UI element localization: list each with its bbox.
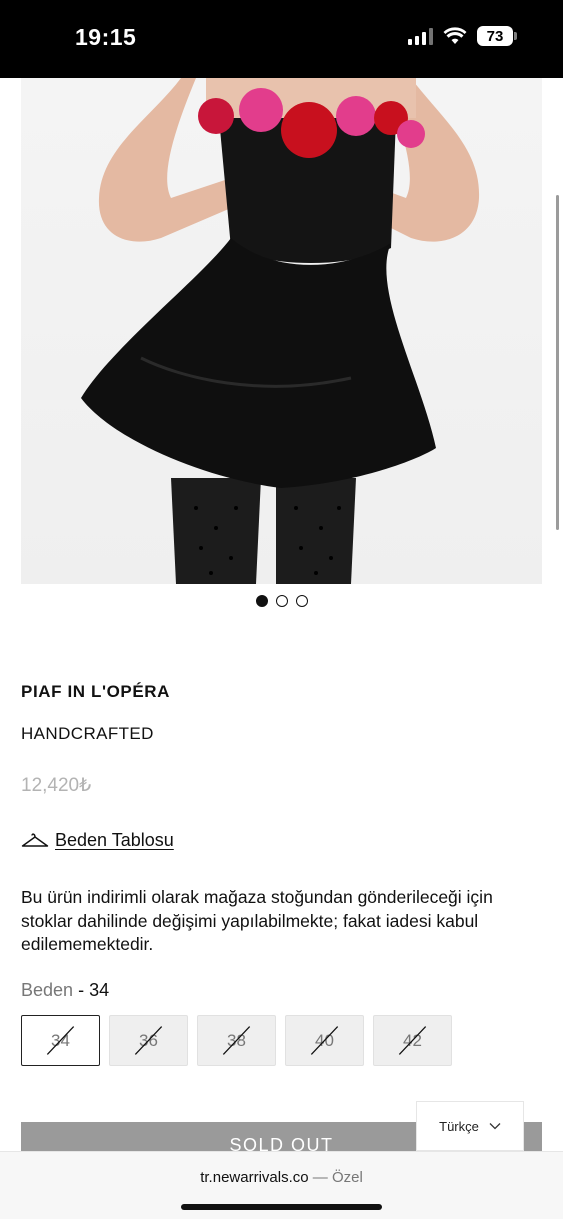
carousel-dot[interactable] bbox=[275, 595, 288, 607]
private-mode-label: Özel bbox=[331, 1169, 363, 1186]
size-chart-link[interactable]: Beden Tablosu bbox=[21, 830, 174, 851]
product-subtitle: HANDCRAFTED bbox=[21, 724, 154, 743]
hanger-icon bbox=[21, 832, 49, 847]
size-option-42[interactable]: 42 bbox=[373, 1015, 452, 1066]
carousel-dots bbox=[0, 595, 563, 607]
language-value: Türkçe bbox=[439, 1118, 479, 1134]
scroll-indicator[interactable] bbox=[556, 195, 559, 530]
dress-illustration bbox=[81, 78, 480, 584]
product-title: PIAF IN L'OPÉRA bbox=[21, 682, 171, 701]
size-option-34[interactable]: 34 bbox=[21, 1015, 100, 1066]
size-options: 34 36 38 40 42 bbox=[21, 1015, 452, 1066]
size-option-38[interactable]: 38 bbox=[197, 1015, 276, 1066]
cellular-signal-icon bbox=[408, 27, 433, 45]
chevron-down-icon bbox=[489, 1123, 501, 1130]
battery-icon: 73 bbox=[477, 26, 517, 46]
unavailable-strike-icon bbox=[134, 1026, 163, 1055]
product-price: 12,420₺ bbox=[21, 775, 92, 796]
status-time: 19:15 bbox=[75, 24, 137, 50]
address-bar[interactable]: tr.newarrivals.co — Özel bbox=[0, 1169, 563, 1186]
browser-bar: tr.newarrivals.co — Özel bbox=[0, 1151, 563, 1219]
home-indicator[interactable] bbox=[181, 1204, 382, 1210]
size-option-40[interactable]: 40 bbox=[285, 1015, 364, 1066]
selected-size-value: - 34 bbox=[78, 980, 110, 1000]
wifi-icon bbox=[443, 27, 467, 44]
status-bar: 19:15 73 bbox=[0, 0, 563, 78]
status-icons: 73 bbox=[408, 26, 517, 46]
carousel-dot[interactable] bbox=[255, 595, 268, 607]
url-separator: — bbox=[312, 1169, 328, 1186]
size-option-36[interactable]: 36 bbox=[109, 1015, 188, 1066]
size-label-text: Beden bbox=[21, 980, 74, 1000]
product-image[interactable] bbox=[21, 78, 542, 584]
battery-level: 73 bbox=[486, 27, 504, 45]
carousel-dot[interactable] bbox=[295, 595, 308, 607]
size-field-label: Beden - 34 bbox=[21, 980, 109, 1001]
unavailable-strike-icon bbox=[398, 1026, 427, 1055]
size-chart-label[interactable]: Beden Tablosu bbox=[55, 830, 174, 851]
return-policy-notice: Bu ürün indirimli olarak mağaza stoğunda… bbox=[21, 887, 493, 954]
unavailable-strike-icon bbox=[222, 1026, 251, 1055]
unavailable-strike-icon bbox=[310, 1026, 339, 1055]
language-selector[interactable]: Türkçe bbox=[416, 1101, 524, 1151]
url-text: tr.newarrivals.co bbox=[200, 1169, 309, 1186]
unavailable-strike-icon bbox=[46, 1026, 75, 1055]
